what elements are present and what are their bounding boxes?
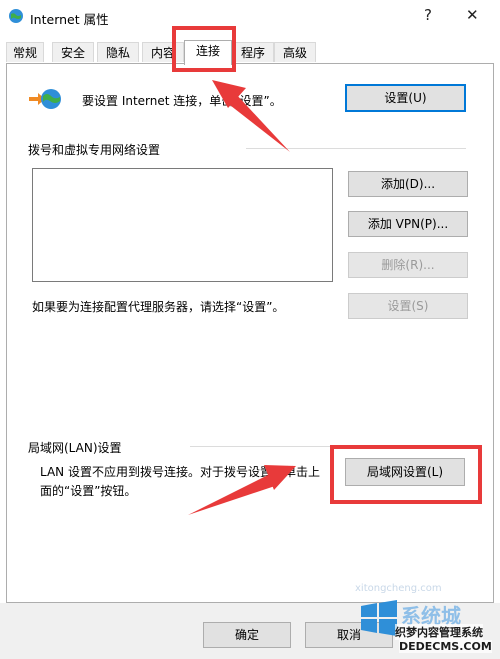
remove-button[interactable]: 删除(R)... xyxy=(348,252,468,278)
lan-divider xyxy=(190,446,466,447)
setup-button[interactable]: 设置(U) xyxy=(345,84,466,112)
lan-description-line1: LAN 设置不应用到拨号连接。对于拨号设置，单击上 xyxy=(40,465,320,479)
connect-globe-icon xyxy=(29,89,61,109)
window-title: Internet 属性 xyxy=(30,12,109,27)
close-button[interactable]: ✕ xyxy=(466,6,479,24)
dialup-heading: 拨号和虚拟专用网络设置 xyxy=(28,143,161,157)
watermark: 系统城 xitongcheng.com 织梦内容管理系统 DEDECMS.COM xyxy=(355,580,500,659)
windows-logo-icon xyxy=(361,600,397,636)
proxy-description: 如果要为连接配置代理服务器，请选择“设置”。 xyxy=(32,300,285,314)
tab-general[interactable]: 常规 xyxy=(6,42,44,62)
ok-button[interactable]: 确定 xyxy=(203,622,291,648)
tab-advanced[interactable]: 高级 xyxy=(274,42,316,62)
add-vpn-button[interactable]: 添加 VPN(P)... xyxy=(348,211,468,237)
internet-globe-icon xyxy=(9,9,23,23)
tab-connections[interactable]: 连接 xyxy=(184,40,232,65)
tab-security[interactable]: 安全 xyxy=(52,42,94,62)
tab-programs[interactable]: 程序 xyxy=(232,42,274,62)
tab-content[interactable]: 内容 xyxy=(142,42,184,62)
setup-description: 要设置 Internet 连接，单击“设置”。 xyxy=(82,94,282,108)
tab-privacy[interactable]: 隐私 xyxy=(97,42,139,62)
connections-list[interactable] xyxy=(32,168,333,282)
lan-heading: 局域网(LAN)设置 xyxy=(28,441,122,455)
watermark-line1: 织梦内容管理系统 xyxy=(395,624,483,640)
add-button[interactable]: 添加(D)... xyxy=(348,171,468,197)
lan-description-line2: 面的“设置”按钮。 xyxy=(40,484,137,498)
title-bar: Internet 属性 ? ✕ xyxy=(0,0,500,32)
dialup-divider xyxy=(246,148,466,149)
watermark-line2: DEDECMS.COM xyxy=(399,640,492,653)
lan-settings-button[interactable]: 局域网设置(L) xyxy=(345,458,465,486)
help-button[interactable]: ? xyxy=(424,6,432,24)
watermark-url: xitongcheng.com xyxy=(355,583,442,594)
dialup-settings-button[interactable]: 设置(S) xyxy=(348,293,468,319)
